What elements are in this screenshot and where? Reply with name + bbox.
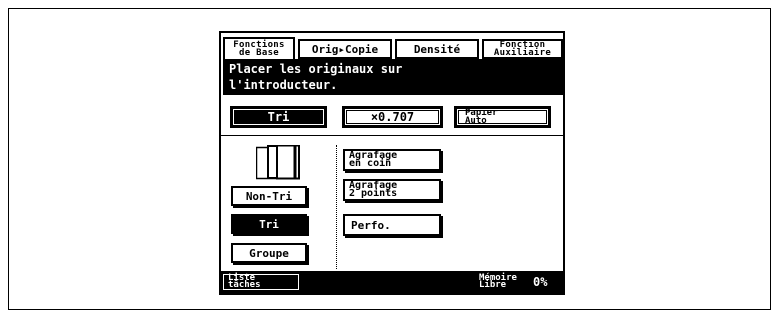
message-line2: l'introducteur.	[229, 78, 338, 92]
groupe-label: Groupe	[249, 246, 289, 260]
message-line1: Placer les originaux sur	[229, 62, 403, 76]
non-tri-label: Non-Tri	[245, 189, 293, 203]
groupe-button[interactable]: Groupe	[231, 243, 307, 263]
memoire-line2: Libre	[479, 280, 507, 290]
agrafage-coin-line2: en coin	[349, 158, 392, 169]
vertical-divider	[336, 145, 337, 269]
tab-label-line2: de Base	[238, 48, 280, 58]
non-tri-button[interactable]: Non-Tri	[231, 186, 307, 206]
zoom-ratio-button[interactable]: ×0.707	[342, 106, 443, 128]
liste-line2: tâches	[228, 280, 261, 290]
quick-tri-label: Tri	[267, 110, 290, 124]
paper-auto-button[interactable]: Papier Auto	[454, 106, 551, 128]
liste-taches-button[interactable]: Liste tâches	[223, 274, 299, 290]
perfo-label: Perfo.	[351, 218, 391, 232]
quick-tri-button[interactable]: Tri	[230, 106, 327, 128]
paper-label-line2: Auto	[465, 116, 487, 126]
section-divider	[221, 135, 563, 136]
memoire-value: 0%	[533, 275, 548, 289]
tab-densite[interactable]: Densité	[395, 39, 479, 59]
tab-fonctions-de-base[interactable]: Fonctions de Base	[223, 37, 295, 59]
agrafage-en-coin-button[interactable]: Agrafage en coin	[343, 149, 441, 171]
message-area: Placer les originaux sur l'introducteur.	[223, 59, 563, 95]
tab-label: Orig▸Copie	[311, 42, 379, 56]
memoire-label: Mémoire Libre	[479, 274, 527, 290]
tri-label: Tri	[259, 217, 279, 231]
tab-orig-copie[interactable]: Orig▸Copie	[298, 39, 392, 59]
tab-label-line2: Auxiliaire	[493, 48, 552, 58]
tab-fonction-auxiliaire[interactable]: Fonction Auxiliaire	[482, 39, 563, 59]
control-panel: Fonctions de Base Orig▸Copie Densité Fon…	[219, 31, 565, 295]
zoom-ratio-label: ×0.707	[370, 110, 415, 124]
tab-label: Densité	[413, 42, 461, 56]
status-bar: Liste tâches Mémoire Libre 0%	[221, 271, 563, 293]
agrafage-points-line2: 2 points	[349, 188, 398, 199]
perfo-button[interactable]: Perfo.	[343, 214, 441, 236]
tri-button[interactable]: Tri	[231, 214, 307, 234]
agrafage-2-points-button[interactable]: Agrafage 2 points	[343, 179, 441, 201]
stacked-pages-icon	[255, 144, 300, 181]
